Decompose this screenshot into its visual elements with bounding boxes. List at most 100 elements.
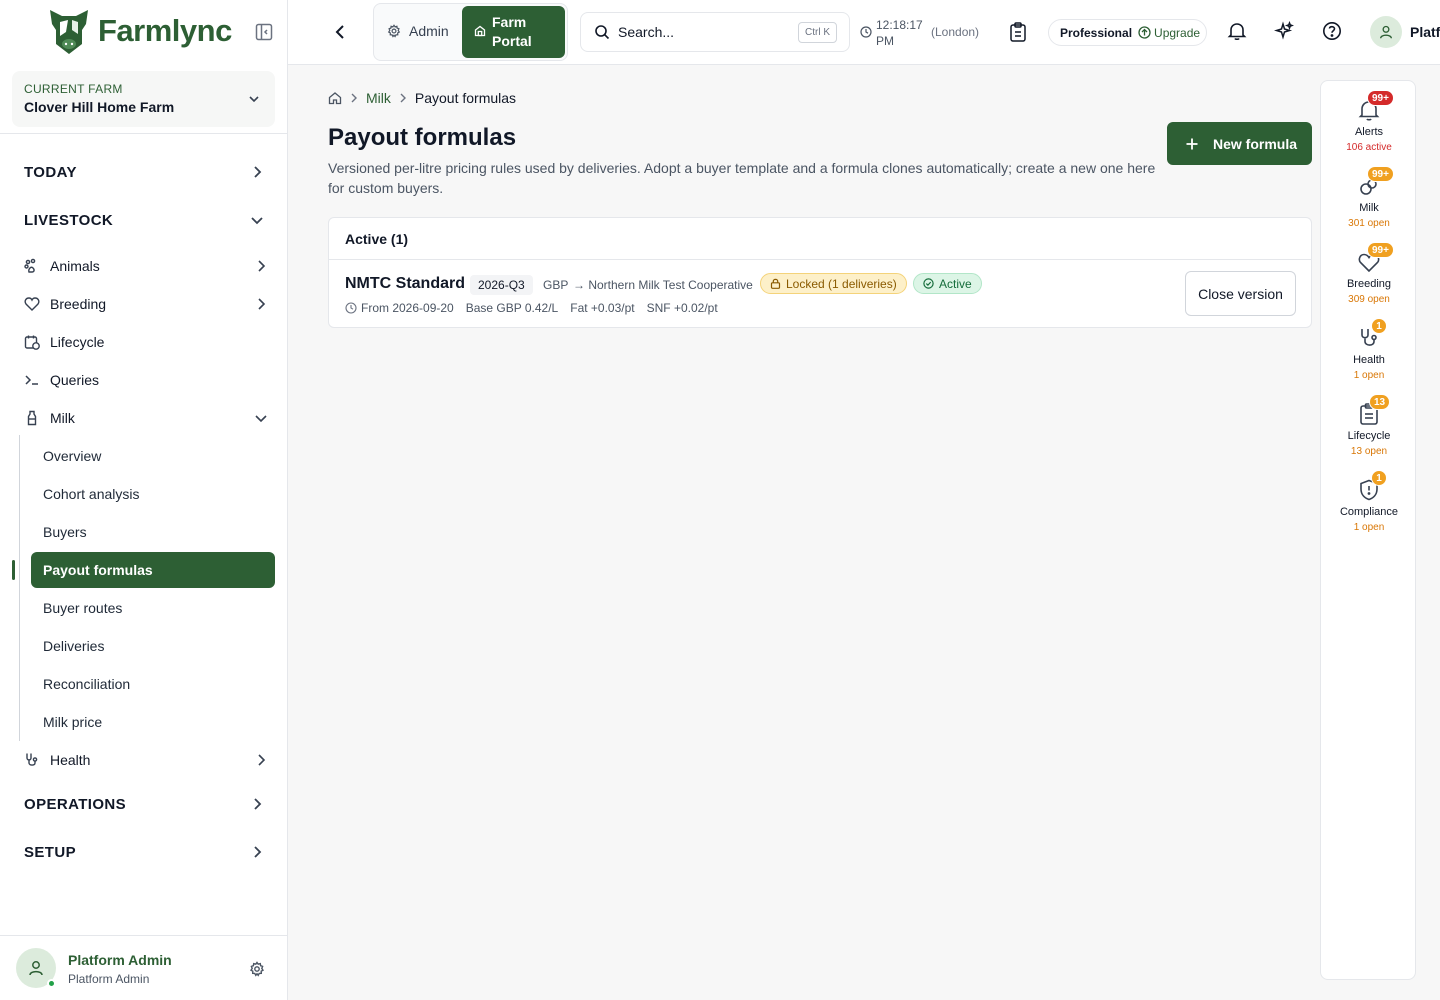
user-icon (1380, 25, 1392, 39)
sidebar-subitem-buyers[interactable]: Buyers (43, 524, 87, 540)
terminal-icon (25, 375, 38, 385)
sidebar-subitem-milk-price[interactable]: Milk price (43, 714, 102, 730)
formula-currency: GBP (543, 278, 569, 292)
new-formula-button[interactable]: New formula (1167, 122, 1312, 165)
card-header: Active (1) (329, 218, 1311, 260)
rail-count: 13 open (1350, 446, 1388, 457)
sidebar-subitem-overview[interactable]: Overview (43, 448, 101, 464)
formula-meta: From 2026-09-20 Base GBP 0.42/L Fat +0.0… (345, 301, 730, 315)
lock-icon (770, 278, 781, 289)
portal-switcher: Admin Farm Portal (373, 3, 568, 61)
submenu-guide-line (19, 435, 20, 741)
nav-section-livestock[interactable]: LIVESTOCK (24, 208, 264, 232)
farm-selector[interactable]: CURRENT FARM Clover Hill Home Farm (12, 71, 275, 127)
avatar[interactable] (1370, 16, 1402, 48)
close-version-button[interactable]: Close version (1185, 271, 1296, 316)
chevron-left-icon[interactable] (332, 23, 348, 41)
formula-base: Base GBP 0.42/L (465, 301, 559, 315)
breadcrumb-milk-link[interactable]: Milk (366, 90, 391, 106)
rail-item-alerts[interactable]: 99+ Alerts 106 active (1321, 90, 1417, 153)
nav-section-setup[interactable]: SETUP (24, 840, 264, 864)
admin-portal-button[interactable]: Admin (387, 23, 449, 39)
page-title: Payout formulas (328, 124, 517, 151)
sidebar-collapse-button[interactable] (255, 23, 273, 41)
alerts-count-badge: 99+ (1367, 90, 1394, 106)
sidebar-item-lifecycle[interactable]: Lifecycle (24, 330, 272, 354)
home-icon[interactable] (328, 91, 342, 105)
farm-portal-button[interactable]: Farm Portal (462, 6, 565, 58)
nav-section-operations[interactable]: OPERATIONS (24, 792, 264, 816)
rail-label: Health (1353, 354, 1385, 366)
user-menu-name[interactable]: Platf (1410, 24, 1440, 40)
rail-label: Alerts (1354, 126, 1384, 138)
rail-item-compliance[interactable]: 1 Compliance 1 open (1321, 470, 1417, 533)
chevron-down-icon (251, 217, 263, 225)
help-circle-icon[interactable] (1322, 21, 1342, 41)
sidebar-item-queries[interactable]: Queries (24, 368, 272, 392)
admin-label: Admin (409, 23, 449, 39)
rail-label: Compliance (1339, 506, 1399, 518)
chevron-right-icon (351, 93, 357, 103)
barn-icon (474, 25, 486, 37)
plan-badge[interactable]: Professional Upgrade (1048, 19, 1207, 46)
rail-label: Lifecycle (1347, 430, 1391, 442)
paw-icon (24, 258, 36, 273)
chevron-down-icon (255, 415, 267, 423)
plan-name: Professional (1060, 25, 1133, 40)
sidebar-subitem-buyer-routes[interactable]: Buyer routes (43, 600, 122, 616)
gear-icon (387, 24, 401, 38)
clock-time: 12:18:17 PM (876, 18, 923, 48)
milk-bottle-icon (27, 410, 37, 426)
rail-item-milk[interactable]: 99+ Milk 301 open (1321, 166, 1417, 229)
lifecycle-count-badge: 13 (1369, 394, 1391, 410)
user-profile[interactable]: Platform Admin Platform Admin (0, 935, 287, 1000)
farm-portal-label: Farm Portal (492, 14, 532, 49)
search-input[interactable]: Search... Ctrl K (580, 12, 850, 52)
sidebar-item-breeding[interactable]: Breeding (24, 292, 272, 316)
rail-label: Breeding (1346, 278, 1392, 290)
bell-icon[interactable] (1227, 21, 1247, 41)
sidebar-subitem-deliveries[interactable]: Deliveries (43, 638, 104, 654)
locked-badge: Locked (1 deliveries) (760, 273, 907, 294)
sidebar-divider (0, 133, 287, 134)
sparkles-icon[interactable] (1274, 21, 1294, 41)
sidebar-item-label: Breeding (50, 296, 107, 312)
breadcrumb: Milk Payout formulas (328, 90, 516, 106)
sidebar-item-milk[interactable]: Milk (24, 406, 272, 430)
upgrade-label: Upgrade (1154, 25, 1201, 40)
rail-item-health[interactable]: 1 Health 1 open (1321, 318, 1417, 381)
rail-item-lifecycle[interactable]: 13 Lifecycle 13 open (1321, 394, 1417, 457)
search-shortcut: Ctrl K (798, 22, 837, 43)
locked-label: Locked (1 deliveries) (786, 276, 897, 291)
upgrade-link[interactable]: Upgrade (1138, 26, 1200, 40)
clock-timezone: (London) (931, 25, 980, 39)
gear-icon[interactable] (249, 961, 265, 977)
arrow-up-circle-icon (1138, 26, 1151, 39)
milk-count-badge: 99+ (1367, 166, 1394, 182)
rail-count: 106 active (1346, 142, 1392, 153)
page-description: Versioned per-litre pricing rules used b… (328, 160, 1156, 196)
brand-logo[interactable]: Farmlync (44, 6, 232, 56)
sidebar-subitem-reconciliation[interactable]: Reconciliation (43, 676, 130, 692)
nav-section-label: TODAY (24, 163, 77, 181)
chevron-right-icon (258, 754, 266, 766)
chevron-right-icon (254, 798, 262, 810)
sidebar-subitem-cohort-analysis[interactable]: Cohort analysis (43, 486, 140, 502)
sidebar-item-label: Milk (50, 410, 75, 426)
nav-section-today[interactable]: TODAY (24, 160, 264, 184)
user-role: Platform Admin (68, 972, 150, 986)
rail-item-breeding[interactable]: 99+ Breeding 309 open (1321, 242, 1417, 305)
sidebar-subitem-payout-formulas[interactable]: Payout formulas (31, 552, 275, 588)
sidebar-item-health[interactable]: Health (24, 748, 272, 772)
clock-icon (345, 302, 357, 314)
active-indicator (12, 560, 15, 580)
online-status-dot (47, 979, 56, 988)
chevron-right-icon (254, 166, 262, 178)
rail-count: 301 open (1348, 218, 1390, 229)
active-formulas-card: Active (1) NMTC Standard 2026-Q3 GBP → N… (328, 217, 1312, 328)
activity-rail: 99+ Alerts 106 active 99+ Milk 301 open … (1320, 80, 1416, 980)
status-label: Active (939, 276, 972, 291)
farm-name: Clover Hill Home Farm (24, 99, 175, 115)
sidebar-item-animals[interactable]: Animals (24, 254, 272, 278)
clipboard-list-icon[interactable] (1009, 22, 1027, 42)
